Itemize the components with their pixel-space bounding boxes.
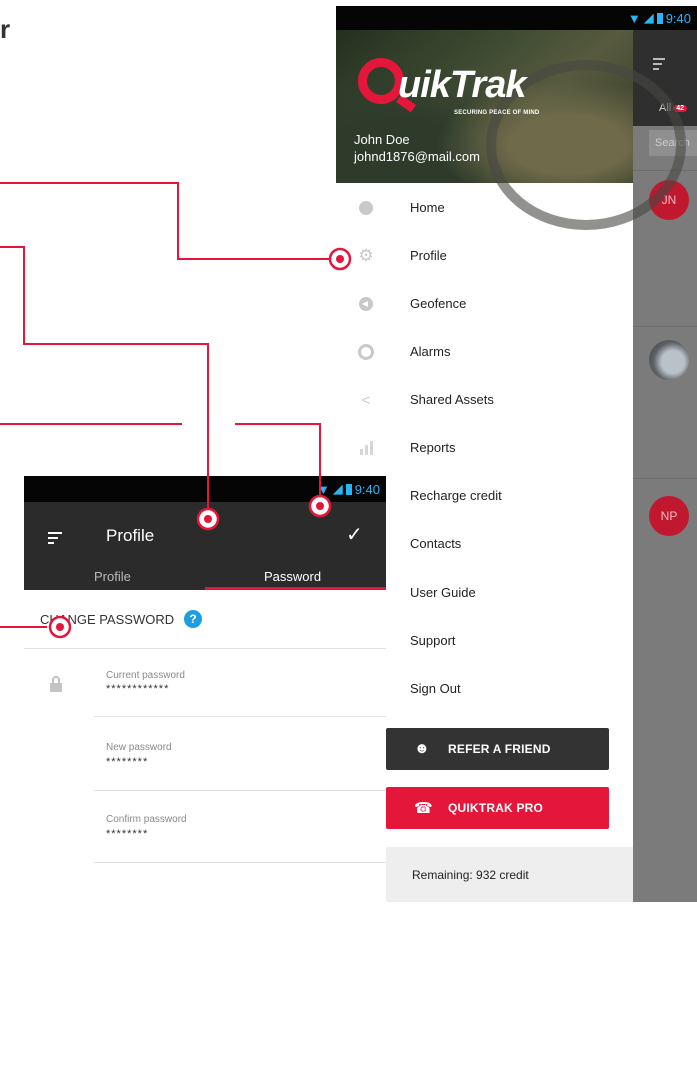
- signal-icon: ◢: [643, 10, 654, 25]
- home-icon: [358, 200, 374, 216]
- wifi-icon: ▼: [627, 10, 641, 26]
- menu-icon: [653, 58, 665, 73]
- tab-password[interactable]: Password: [264, 569, 321, 584]
- avatar-np: NP: [649, 496, 689, 536]
- wifi-icon: ▼: [316, 481, 330, 497]
- menu-item-shared-assets[interactable]: < Shared Assets: [336, 377, 633, 425]
- tab-profile[interactable]: Profile: [94, 569, 131, 584]
- bar-chart-icon: [358, 440, 374, 456]
- vehicle-avatar: [649, 340, 689, 380]
- battery-icon: [345, 483, 352, 495]
- drawer-phone-screen: ▼ ◢ 9:40 All 42 Search JN NP uikTrak SECU…: [336, 6, 697, 902]
- battery-icon: [656, 12, 663, 24]
- current-password-field[interactable]: ************: [106, 683, 169, 695]
- confirm-password-label: Confirm password: [106, 814, 187, 825]
- page-title: Profile: [106, 526, 155, 545]
- change-password-heading: CHANGE PASSWORD: [40, 612, 175, 627]
- save-check-icon[interactable]: ✓: [346, 522, 363, 547]
- add-person-icon: ☻: [414, 740, 430, 757]
- help-icon[interactable]: ?: [184, 610, 202, 628]
- menu-icon[interactable]: [48, 532, 62, 547]
- status-time: 9:40: [665, 10, 691, 26]
- divider: [633, 478, 697, 479]
- signal-icon: ◢: [332, 481, 343, 496]
- divider: [94, 862, 386, 863]
- divider: [94, 716, 386, 717]
- quiktrak-pro-button[interactable]: ☎ QUIKTRAK PRO: [386, 787, 609, 829]
- share-icon: <: [361, 391, 371, 409]
- new-password-label: New password: [106, 742, 172, 753]
- menu-item-reports[interactable]: Reports: [336, 425, 633, 473]
- new-password-field[interactable]: ********: [106, 756, 148, 768]
- navigation-icon: [358, 296, 374, 312]
- alarm-icon: [358, 344, 374, 360]
- menu-item-home[interactable]: Home: [336, 185, 633, 233]
- lock-icon: [50, 676, 62, 692]
- active-tab-indicator: [205, 587, 386, 590]
- drawer-header: uikTrak SECURING PEACE OF MIND John Doe …: [336, 30, 686, 230]
- user-email: johnd1876@mail.com: [354, 149, 480, 164]
- gear-icon: ⚙: [358, 246, 374, 265]
- profile-phone-screen: ▼ ◢ 9:40 Profile ✓ Profile Password CHAN…: [24, 476, 386, 1075]
- app-bar: Profile ✓ Profile Password: [24, 502, 386, 590]
- divider: [24, 648, 386, 649]
- divider: [94, 790, 386, 791]
- callout-line-profile-menu: [0, 182, 330, 260]
- refer-a-friend-button[interactable]: ☻ REFER A FRIEND: [386, 728, 609, 770]
- menu-item-geofence[interactable]: Geofence: [336, 281, 633, 329]
- confirm-password-field[interactable]: ********: [106, 828, 148, 840]
- status-bar: ▼ ◢ 9:40: [336, 6, 697, 30]
- divider: [633, 326, 697, 327]
- menu-item-profile[interactable]: ⚙ Profile: [336, 233, 633, 281]
- user-name: John Doe: [354, 132, 410, 147]
- status-time: 9:40: [354, 481, 380, 497]
- current-password-label: Current password: [106, 670, 185, 681]
- status-bar: ▼ ◢ 9:40: [24, 476, 386, 502]
- phone-icon: ☎: [414, 800, 433, 817]
- page-heading-fragment: r: [0, 14, 11, 44]
- menu-item-alarms[interactable]: Alarms: [336, 329, 633, 377]
